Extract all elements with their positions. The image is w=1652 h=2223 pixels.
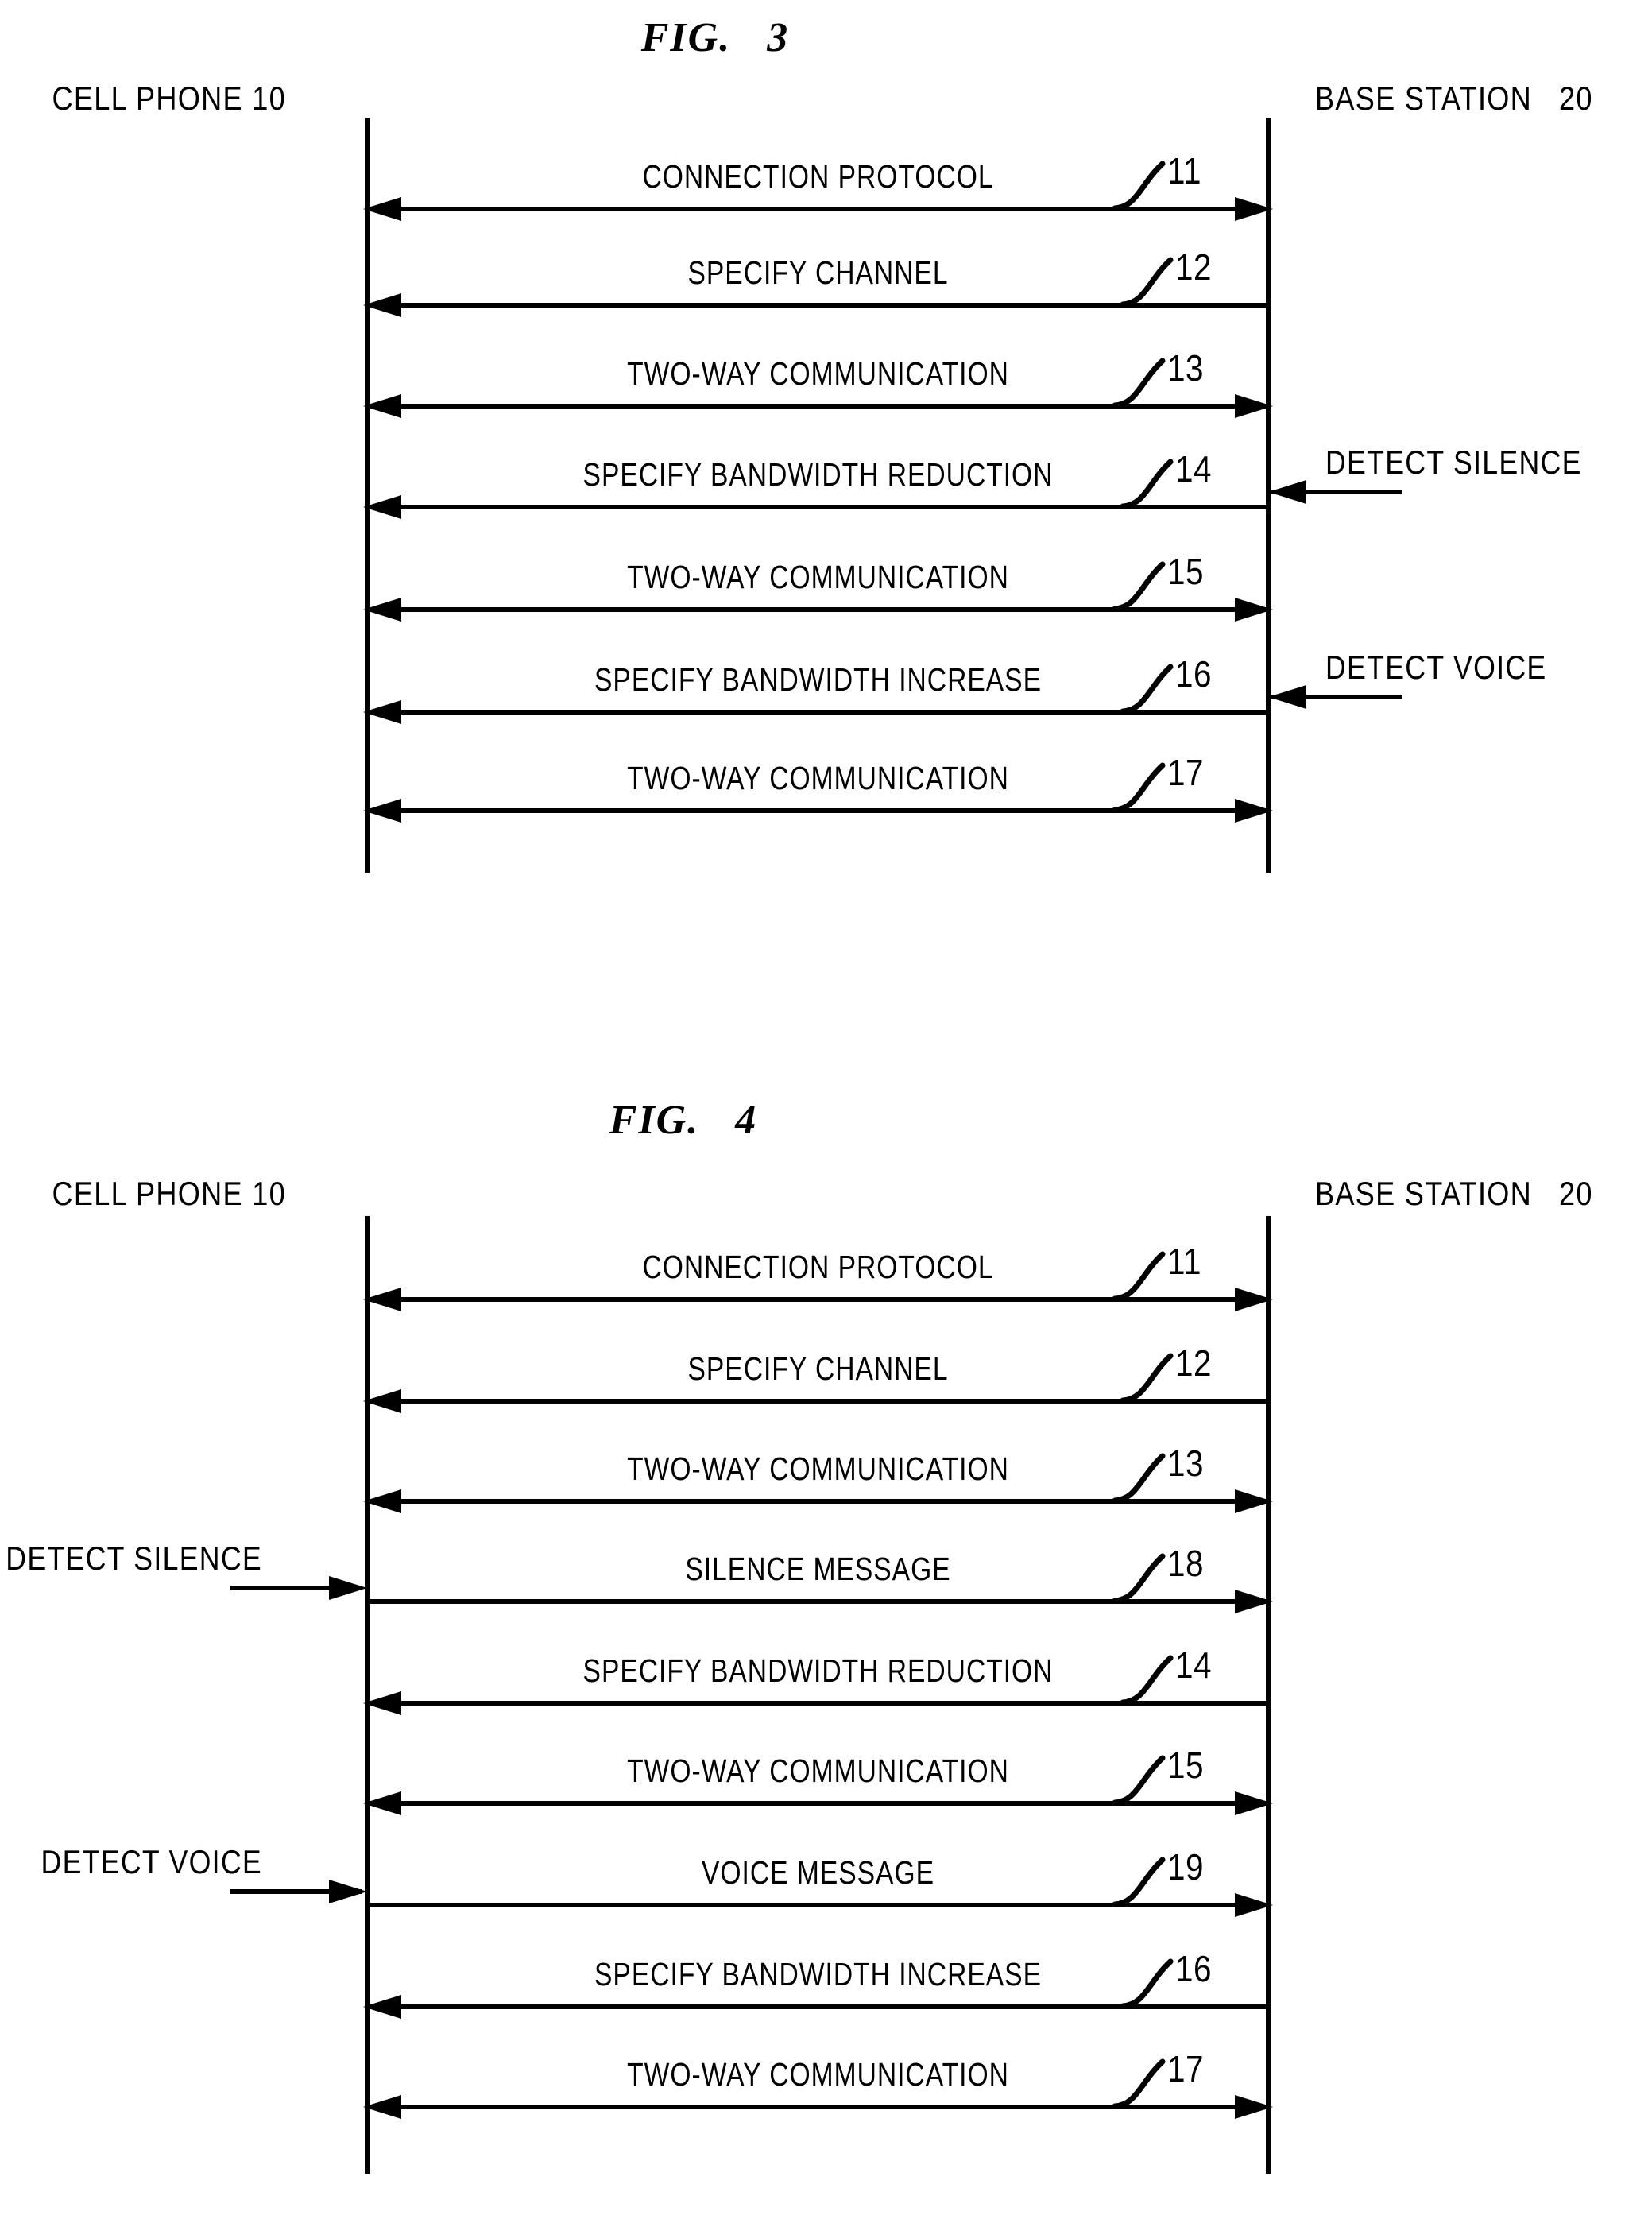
annotation-label: DETECT VOICE bbox=[41, 1843, 262, 1880]
reference-numeral: 12 bbox=[1175, 246, 1212, 288]
reference-numeral: 13 bbox=[1167, 1443, 1204, 1484]
message-label: TWO-WAY COMMUNICATION bbox=[627, 559, 1009, 595]
annotation-label: DETECT SILENCE bbox=[1325, 443, 1582, 481]
annotation-label: DETECT VOICE bbox=[1325, 649, 1547, 686]
figure-4-actor-cell-phone: CELL PHONE 10 bbox=[52, 1175, 286, 1212]
message-label: SPECIFY CHANNEL bbox=[687, 1350, 949, 1387]
arrowhead-left-icon bbox=[363, 495, 401, 519]
annotation-label: DETECT SILENCE bbox=[6, 1539, 262, 1577]
arrowhead-left-icon bbox=[363, 394, 401, 418]
reference-numeral: 13 bbox=[1167, 347, 1204, 389]
reference-numeral: 16 bbox=[1175, 1948, 1212, 1989]
reference-numeral: 12 bbox=[1175, 1342, 1212, 1384]
reference-numeral: 18 bbox=[1167, 1543, 1204, 1584]
arrowhead-right-icon bbox=[1235, 1791, 1273, 1815]
figure-3-actor-base-station: BASE STATION 20 bbox=[1315, 79, 1593, 117]
message-label: SPECIFY BANDWIDTH INCREASE bbox=[594, 661, 1042, 698]
message-label: SPECIFY BANDWIDTH REDUCTION bbox=[582, 456, 1054, 493]
reference-numeral: 14 bbox=[1175, 1644, 1212, 1686]
figure-3: FIG. 3 CELL PHONE 10 BASE STATION 20 CON… bbox=[0, 0, 1652, 954]
message-label: SPECIFY BANDWIDTH REDUCTION bbox=[582, 1652, 1054, 1689]
message-label: TWO-WAY COMMUNICATION bbox=[627, 2056, 1009, 2093]
arrowhead-right-icon bbox=[329, 1880, 367, 1903]
figure-3-actor-cell-phone: CELL PHONE 10 bbox=[52, 79, 286, 117]
figure-4-actor-base-station: BASE STATION 20 bbox=[1315, 1175, 1593, 1212]
message-label: TWO-WAY COMMUNICATION bbox=[627, 760, 1009, 796]
arrowhead-left-icon bbox=[363, 1389, 401, 1413]
arrowhead-left-icon bbox=[363, 799, 401, 823]
message-label: SILENCE MESSAGE bbox=[685, 1551, 951, 1587]
arrowhead-right-icon bbox=[1235, 1288, 1273, 1311]
arrowhead-right-icon bbox=[1235, 799, 1273, 823]
reference-numeral: 15 bbox=[1167, 551, 1204, 592]
message-label: SPECIFY BANDWIDTH INCREASE bbox=[594, 1956, 1042, 1993]
arrowhead-left-icon bbox=[1268, 685, 1306, 709]
reference-numeral: 17 bbox=[1167, 752, 1204, 793]
message-label: TWO-WAY COMMUNICATION bbox=[627, 1450, 1009, 1487]
arrowhead-right-icon bbox=[1235, 2095, 1273, 2119]
reference-numeral: 11 bbox=[1167, 150, 1201, 192]
arrowhead-left-icon bbox=[1268, 480, 1306, 504]
figure-3-title: FIG. 3 bbox=[640, 15, 790, 60]
arrowhead-left-icon bbox=[363, 1288, 401, 1311]
arrowhead-right-icon bbox=[1235, 1590, 1273, 1613]
arrowhead-right-icon bbox=[1235, 598, 1273, 622]
figure-4-lifeline-base-station bbox=[1266, 1216, 1271, 2174]
arrowhead-left-icon bbox=[363, 700, 401, 724]
arrowhead-left-icon bbox=[363, 598, 401, 622]
figure-4-title: FIG. 4 bbox=[609, 1098, 758, 1143]
message-label: TWO-WAY COMMUNICATION bbox=[627, 355, 1009, 392]
reference-numeral: 17 bbox=[1167, 2048, 1204, 2089]
reference-numeral: 16 bbox=[1175, 653, 1212, 695]
reference-numeral: 11 bbox=[1167, 1241, 1201, 1282]
arrowhead-left-icon bbox=[363, 1791, 401, 1815]
arrowhead-right-icon bbox=[329, 1576, 367, 1600]
arrowhead-right-icon bbox=[1235, 1893, 1273, 1917]
arrowhead-left-icon bbox=[363, 1995, 401, 2019]
arrowhead-left-icon bbox=[363, 197, 401, 221]
message-label: CONNECTION PROTOCOL bbox=[642, 158, 994, 195]
reference-numeral: 14 bbox=[1175, 448, 1212, 490]
reference-numeral: 19 bbox=[1167, 1846, 1204, 1888]
message-label: SPECIFY CHANNEL bbox=[687, 254, 949, 291]
reference-numeral: 15 bbox=[1167, 1745, 1204, 1786]
figure-4: FIG. 4 CELL PHONE 10 BASE STATION 20 CON… bbox=[0, 1073, 1652, 2223]
arrowhead-right-icon bbox=[1235, 1489, 1273, 1513]
arrowhead-right-icon bbox=[1235, 394, 1273, 418]
message-label: CONNECTION PROTOCOL bbox=[642, 1249, 994, 1285]
arrowhead-left-icon bbox=[363, 1691, 401, 1715]
arrowhead-right-icon bbox=[1235, 197, 1273, 221]
message-label: VOICE MESSAGE bbox=[701, 1854, 935, 1891]
arrowhead-left-icon bbox=[363, 293, 401, 317]
message-label: TWO-WAY COMMUNICATION bbox=[627, 1752, 1009, 1789]
arrowhead-left-icon bbox=[363, 1489, 401, 1513]
arrowhead-left-icon bbox=[363, 2095, 401, 2119]
